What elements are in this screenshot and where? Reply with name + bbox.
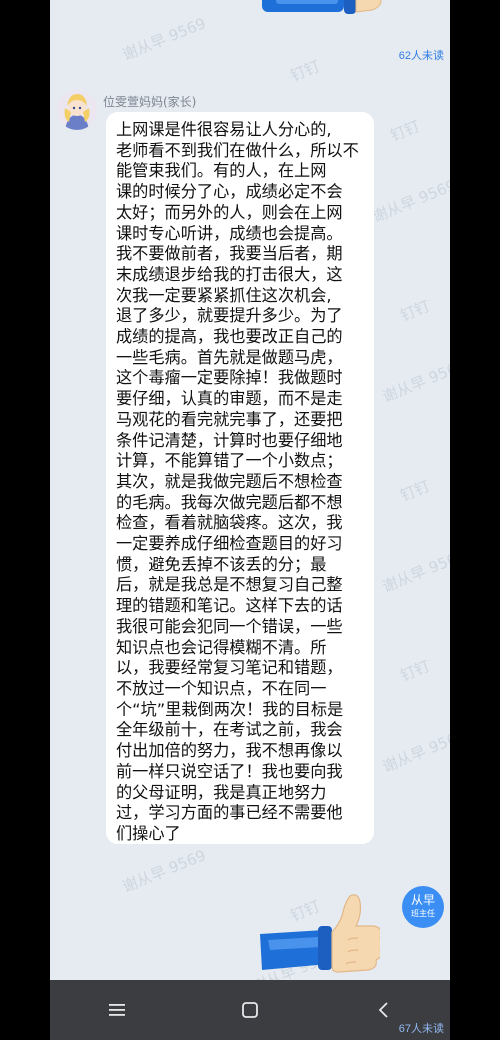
menu-icon xyxy=(108,1004,125,1016)
message-line: 我很可能会犯同一个错误，一些 xyxy=(116,616,343,636)
message-line: 付出加倍的努力，我不想再像以 xyxy=(116,741,343,761)
watermark: 钉钉 xyxy=(397,476,433,505)
message-line: 的父母证明，我是真正地努力 xyxy=(116,782,327,802)
avatar-name: 从早 xyxy=(410,893,435,907)
message-line: 个“坑”里栽倒两次！我的目标是 xyxy=(116,699,344,719)
watermark: 谢从早 9569 xyxy=(120,846,209,896)
message-line: 成绩的提高，我也要改正自己的 xyxy=(116,327,343,347)
menu-button[interactable] xyxy=(97,990,137,1030)
thumbs-up-sticker[interactable] xyxy=(258,892,380,986)
message-line: 太好；而另外的人，则会在上网 xyxy=(116,202,343,222)
sender-name: 位雯萱妈妈(家长) xyxy=(103,95,197,109)
thumbs-up-sticker-top[interactable] xyxy=(258,0,388,26)
avatar-role: 班主任 xyxy=(411,909,435,918)
avatar-image xyxy=(57,90,97,130)
message-line: 课时专心听讲，成绩也会提高。 xyxy=(116,223,343,243)
back-button[interactable] xyxy=(363,990,403,1030)
message-line: 马观花的看完就完事了，还要把 xyxy=(116,409,343,429)
message-line: 条件记清楚，计算时也要仔细地 xyxy=(116,430,343,450)
sender-avatar[interactable] xyxy=(57,90,97,130)
message-line: 以，我要经常复习笔记和错题， xyxy=(116,658,343,678)
message-line: 这个毒瘤一定要除掉！我做题时 xyxy=(116,368,343,388)
message-line: 不放过一个知识点，不在同一 xyxy=(116,678,327,698)
message-line: 其次，就是我做完题后不想检查 xyxy=(116,471,343,491)
message-line: 我不要做前者，我要当后者，期 xyxy=(116,244,343,264)
watermark: 谢从早 9569 xyxy=(370,176,450,226)
message-line: 能管束我们。有的人，在上网 xyxy=(116,161,327,181)
watermark: 钉钉 xyxy=(387,116,423,145)
home-button[interactable] xyxy=(230,990,270,1030)
message-line: 退了多少，就要提升多少。为了 xyxy=(116,306,343,326)
watermark: 谢从早 9569 xyxy=(120,14,209,64)
message-line: 惯，避免丢掉不该丢的分；最 xyxy=(116,554,327,574)
message-line: 末成绩退步给我的打击很大，这 xyxy=(116,264,343,284)
watermark: 钉钉 xyxy=(287,56,323,85)
watermark: 钉钉 xyxy=(397,296,433,325)
home-square-icon xyxy=(242,1002,258,1018)
message-line: 过，学习方面的事已经不需要他 xyxy=(116,803,343,823)
watermark: 谢从早 9569 xyxy=(380,726,450,776)
message-line: 们操心了 xyxy=(116,823,181,843)
message-line: 计算，不能算错了一个小数点； xyxy=(116,451,343,471)
watermark: 谢从早 9569 xyxy=(380,356,450,406)
message-line: 检查，看着就脑袋疼。这次，我 xyxy=(116,513,343,533)
message-bubble[interactable]: 上网课是件很容易让人分心的, 老师看不到我们在做什么，所以不 能管束我们。有的人，在… xyxy=(106,112,374,844)
message-line: 一些毛病。首先就是做题马虎， xyxy=(116,347,343,367)
message-line: 老师看不到我们在做什么，所以不 xyxy=(116,140,359,160)
message-line: 要仔细，认真的审题，而不是走 xyxy=(116,389,343,409)
message-line: 课的时候分了心，成绩必定不会 xyxy=(116,182,343,202)
read-status-bottom[interactable]: 67人未读 xyxy=(399,1020,444,1036)
message-line: 全年级前十，在考试之前，我会 xyxy=(116,720,343,740)
message-line: 前一样只说空话了！我也要向我 xyxy=(116,761,343,781)
read-status[interactable]: 62人未读 xyxy=(399,47,444,63)
message-line: 的毛病。我每次做完题后都不想 xyxy=(116,492,343,512)
message-line: 上网课是件很容易让人分心的, xyxy=(116,120,332,139)
system-nav-bar xyxy=(50,980,450,1040)
message-line: 后，就是我总是不想复习自己整 xyxy=(116,575,343,595)
watermark: 谢从早 9569 xyxy=(380,546,450,596)
message-line: 一定要养成仔细检查题目的好习 xyxy=(116,534,343,554)
message-line: 次我一定要紧紧抓住这次机会, xyxy=(116,285,332,305)
my-avatar[interactable]: 从早 班主任 xyxy=(402,886,444,928)
message-line: 理的错题和笔记。这样下去的话 xyxy=(116,596,343,616)
message-line: 知识点也会记得模糊不清。所 xyxy=(116,637,327,657)
back-chevron-icon xyxy=(379,1002,388,1018)
watermark: 钉钉 xyxy=(397,656,433,685)
